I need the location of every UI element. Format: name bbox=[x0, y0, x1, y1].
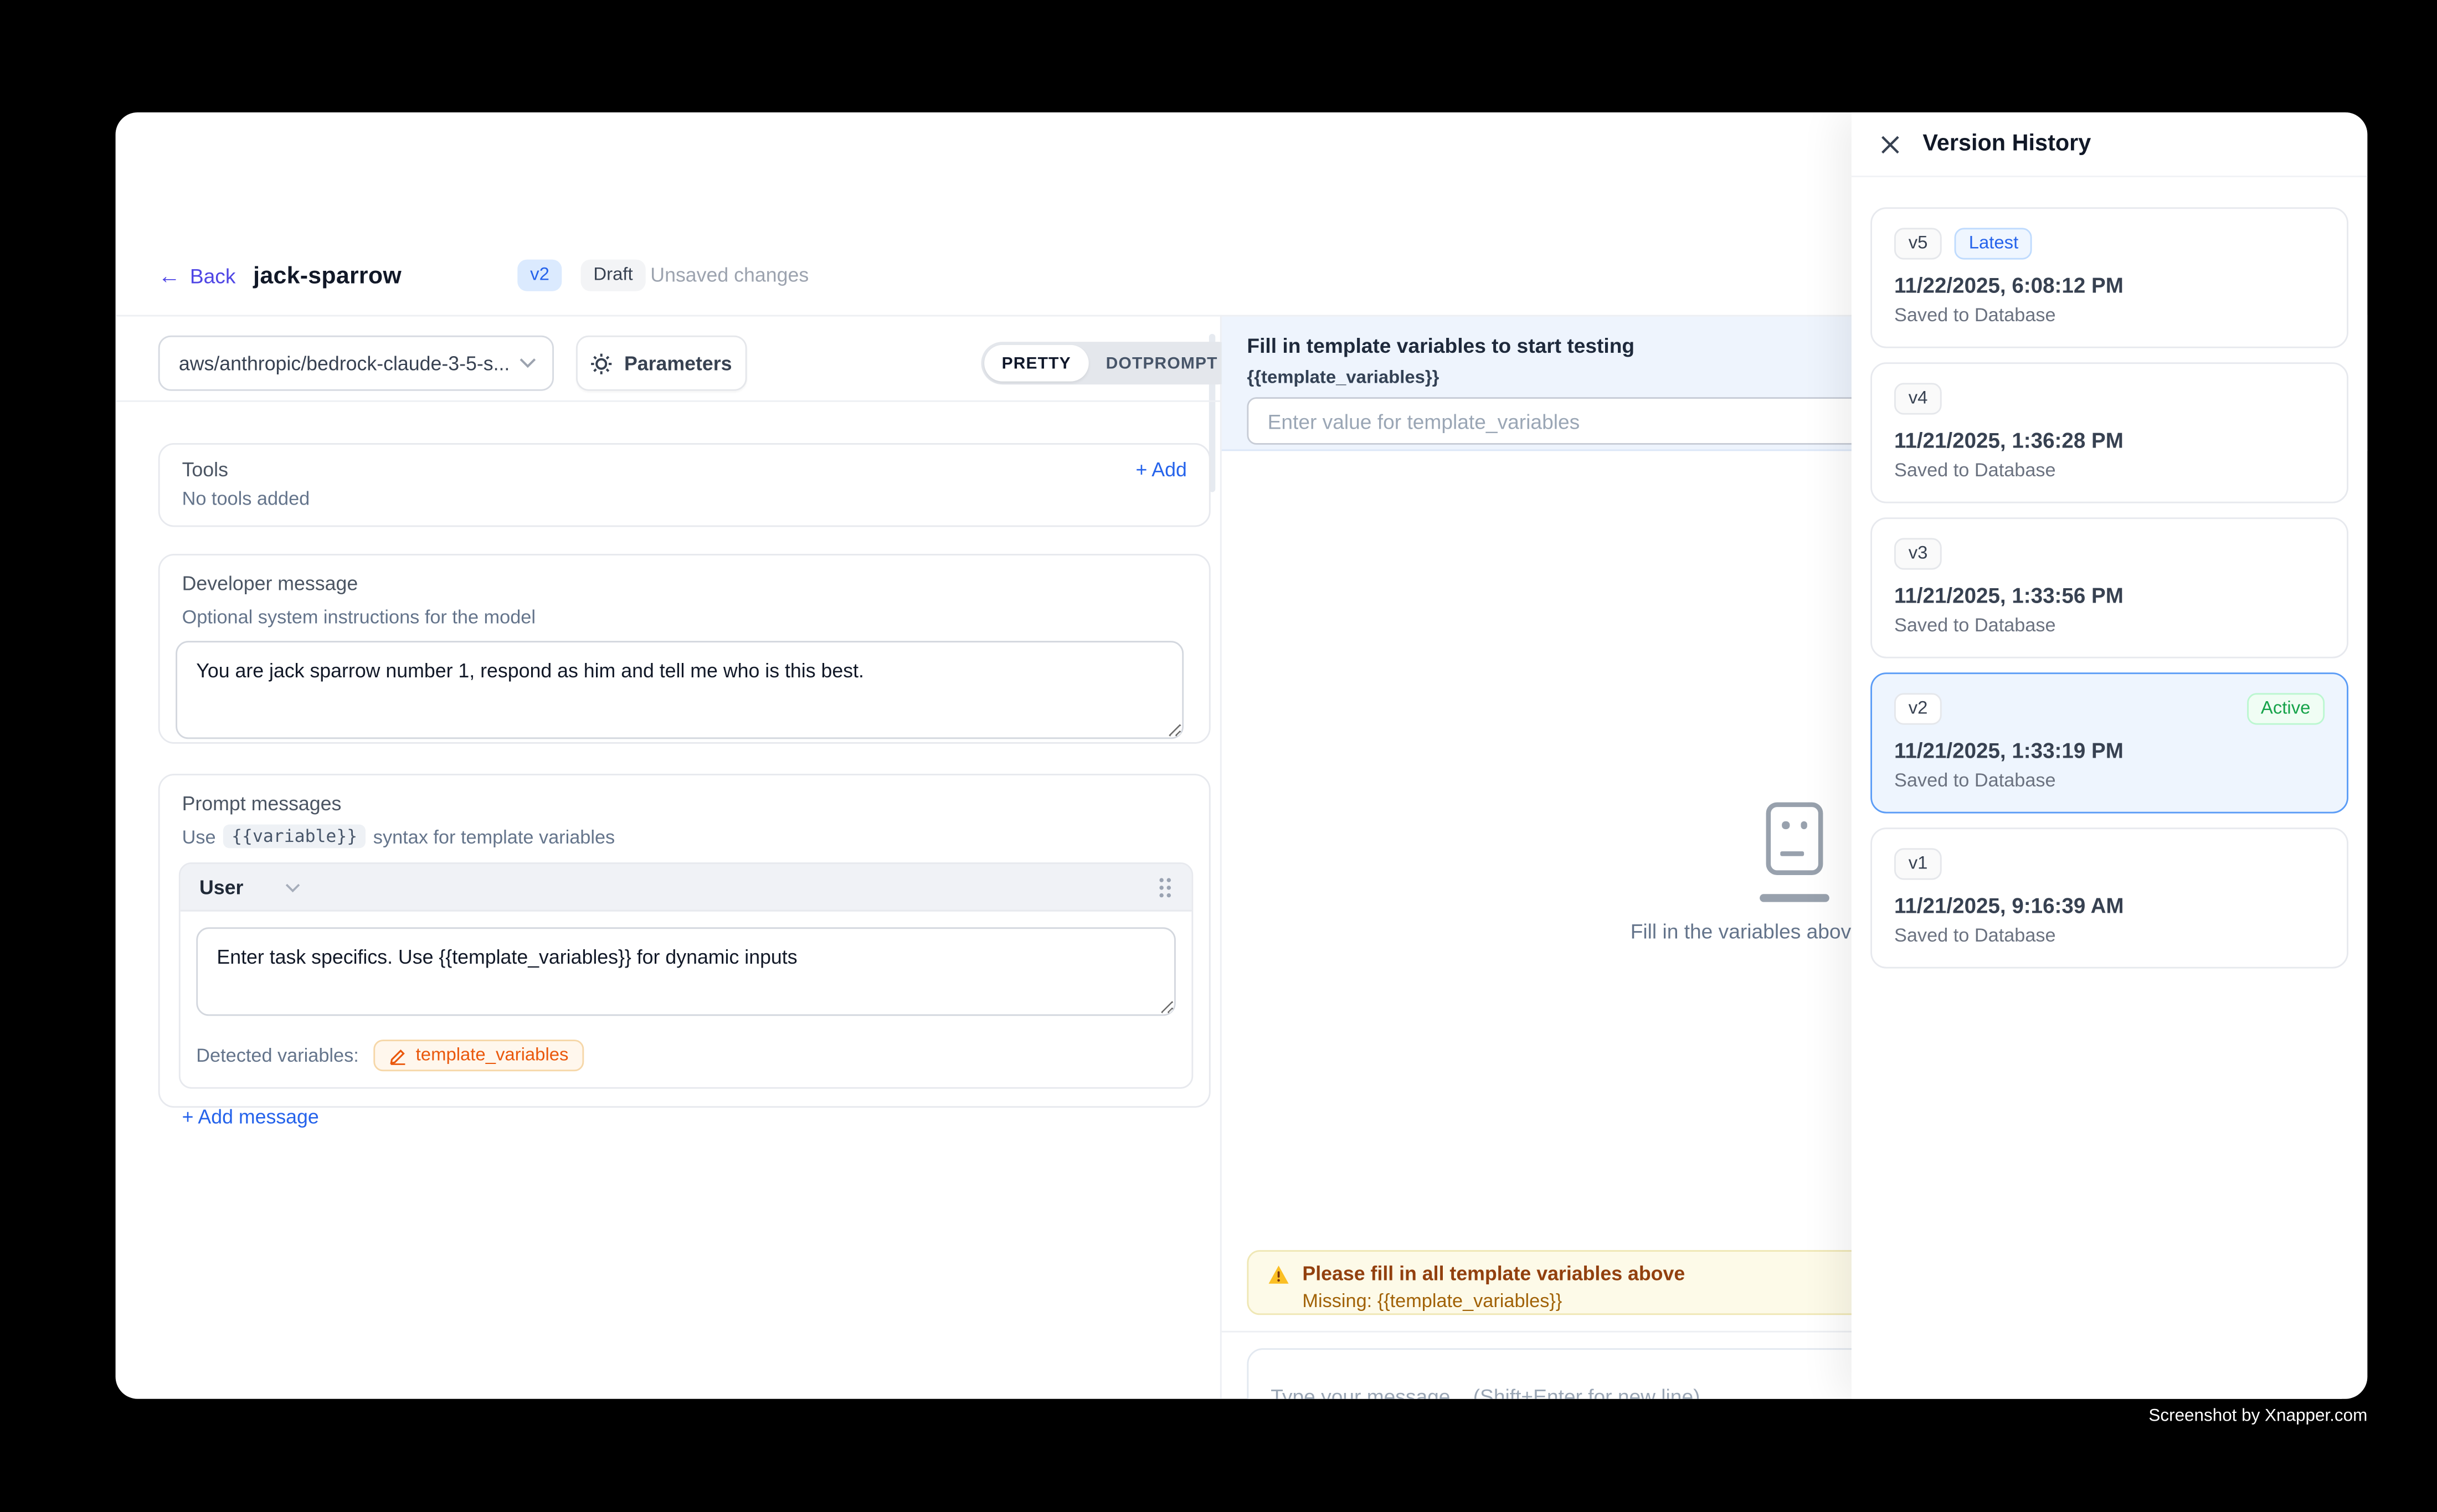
message-body: Enter task specifics. Use {{template_var… bbox=[181, 912, 1192, 1087]
gear-icon bbox=[591, 352, 613, 374]
pencil-icon bbox=[389, 1047, 406, 1064]
drag-handle-icon[interactable] bbox=[1157, 876, 1173, 898]
subtitle-rest: syntax for template variables bbox=[373, 825, 615, 847]
developer-message-subtitle: Optional system instructions for the mod… bbox=[182, 606, 1187, 628]
parameters-button[interactable]: Parameters bbox=[576, 336, 747, 391]
version-chip: v2 bbox=[1894, 693, 1942, 724]
subtitle-use: Use bbox=[182, 825, 216, 847]
model-selector-value: aws/anthropic/bedrock-claude-3-5-s... bbox=[179, 352, 519, 374]
back-arrow-icon: ← bbox=[158, 264, 181, 286]
app-window: ← Back jack-sparrow v2 Draft Unsaved cha… bbox=[116, 112, 2368, 1399]
toggle-dotprompt[interactable]: DOTPROMPT bbox=[1088, 345, 1235, 382]
version-source: Saved to Database bbox=[1894, 769, 2325, 791]
developer-message-textarea[interactable]: You are jack sparrow number 1, respond a… bbox=[176, 641, 1184, 739]
version-chip: v5 bbox=[1894, 228, 1942, 259]
tools-card: Tools + Add No tools added bbox=[158, 443, 1211, 527]
robot-face-icon bbox=[1766, 803, 1823, 875]
version-timestamp: 11/21/2025, 9:16:39 AM bbox=[1894, 894, 2325, 918]
detected-variables-row: Detected variables: template_variables bbox=[196, 1040, 1176, 1071]
chevron-down-icon bbox=[519, 358, 536, 369]
version-timestamp: 11/22/2025, 6:08:12 PM bbox=[1894, 274, 2325, 297]
user-message-textarea[interactable]: Enter task specifics. Use {{template_var… bbox=[196, 927, 1176, 1016]
toggle-pretty[interactable]: PRETTY bbox=[984, 345, 1088, 382]
screenshot-stage: ← Back jack-sparrow v2 Draft Unsaved cha… bbox=[0, 0, 2437, 1512]
draft-badge: Draft bbox=[581, 260, 646, 291]
back-label: Back bbox=[190, 264, 236, 287]
prompt-messages-title: Prompt messages bbox=[182, 793, 1187, 815]
version-card-v4[interactable]: v4 11/21/2025, 1:36:28 PM Saved to Datab… bbox=[1870, 362, 2348, 503]
version-timestamp: 11/21/2025, 1:36:28 PM bbox=[1894, 429, 2325, 452]
role-label: User bbox=[199, 876, 243, 898]
prompt-messages-card: Prompt messages Use {{variable}} syntax … bbox=[158, 774, 1211, 1108]
parameters-label: Parameters bbox=[624, 352, 732, 374]
version-timestamp: 11/21/2025, 1:33:56 PM bbox=[1894, 584, 2325, 608]
version-source: Saved to Database bbox=[1894, 459, 2325, 481]
prompt-message-item: User bbox=[179, 862, 1193, 1089]
prompt-messages-subtitle: Use {{variable}} syntax for template var… bbox=[182, 825, 1187, 848]
version-source: Saved to Database bbox=[1894, 924, 2325, 947]
latest-badge: Latest bbox=[1955, 228, 2033, 259]
active-badge: Active bbox=[2246, 693, 2325, 724]
robot-face-base bbox=[1760, 894, 1829, 902]
version-badge: v2 bbox=[517, 260, 562, 291]
chevron-down-icon bbox=[285, 882, 301, 892]
developer-message-card: Developer message Optional system instru… bbox=[158, 554, 1211, 744]
back-button[interactable]: ← Back bbox=[158, 251, 236, 299]
version-history-title: Version History bbox=[1922, 131, 2091, 157]
warning-icon bbox=[1268, 1263, 1290, 1284]
version-timestamp: 11/21/2025, 1:33:19 PM bbox=[1894, 739, 2325, 763]
version-card-v3[interactable]: v3 11/21/2025, 1:33:56 PM Saved to Datab… bbox=[1870, 517, 2348, 658]
version-card-v5[interactable]: v5 Latest 11/22/2025, 6:08:12 PM Saved t… bbox=[1870, 207, 2348, 348]
add-tool-button[interactable]: + Add bbox=[1135, 459, 1186, 481]
role-select[interactable]: User bbox=[199, 876, 300, 898]
no-tools-text: No tools added bbox=[182, 487, 1187, 510]
tools-title: Tools bbox=[182, 459, 1187, 481]
developer-message-title: Developer message bbox=[182, 573, 1187, 595]
template-variable-name: template_variables bbox=[416, 1046, 569, 1065]
version-source: Saved to Database bbox=[1894, 304, 2325, 326]
version-card-v1[interactable]: v1 11/21/2025, 9:16:39 AM Saved to Datab… bbox=[1870, 827, 2348, 968]
version-chip: v3 bbox=[1894, 538, 1942, 569]
page-title: jack-sparrow bbox=[253, 251, 402, 299]
watermark-text: Screenshot by Xnapper.com bbox=[2148, 1407, 2367, 1426]
format-toggle: PRETTY DOTPROMPT bbox=[981, 342, 1238, 384]
version-card-v2-active[interactable]: v2 Active 11/21/2025, 1:33:19 PM Saved t… bbox=[1870, 672, 2348, 813]
unsaved-changes-text: Unsaved changes bbox=[650, 251, 809, 299]
close-icon[interactable] bbox=[1877, 131, 1903, 157]
version-history-panel: Version History v5 Latest 11/22/2025, 6:… bbox=[1852, 112, 2367, 1399]
variable-syntax-chip: {{variable}} bbox=[224, 825, 366, 848]
message-role-header: User bbox=[181, 864, 1192, 912]
add-message-button[interactable]: + Add message bbox=[182, 1106, 319, 1128]
version-source: Saved to Database bbox=[1894, 614, 2325, 636]
version-list: v5 Latest 11/22/2025, 6:08:12 PM Saved t… bbox=[1852, 177, 2367, 969]
model-selector[interactable]: aws/anthropic/bedrock-claude-3-5-s... bbox=[158, 336, 554, 391]
detected-variables-label: Detected variables: bbox=[196, 1045, 359, 1067]
version-chip: v1 bbox=[1894, 848, 1942, 880]
warning-title-text: Please fill in all template variables ab… bbox=[1302, 1263, 1685, 1285]
toolbar-divider bbox=[116, 400, 1220, 402]
version-chip: v4 bbox=[1894, 383, 1942, 414]
version-history-header: Version History bbox=[1852, 112, 2367, 177]
template-variable-badge[interactable]: template_variables bbox=[373, 1040, 585, 1071]
